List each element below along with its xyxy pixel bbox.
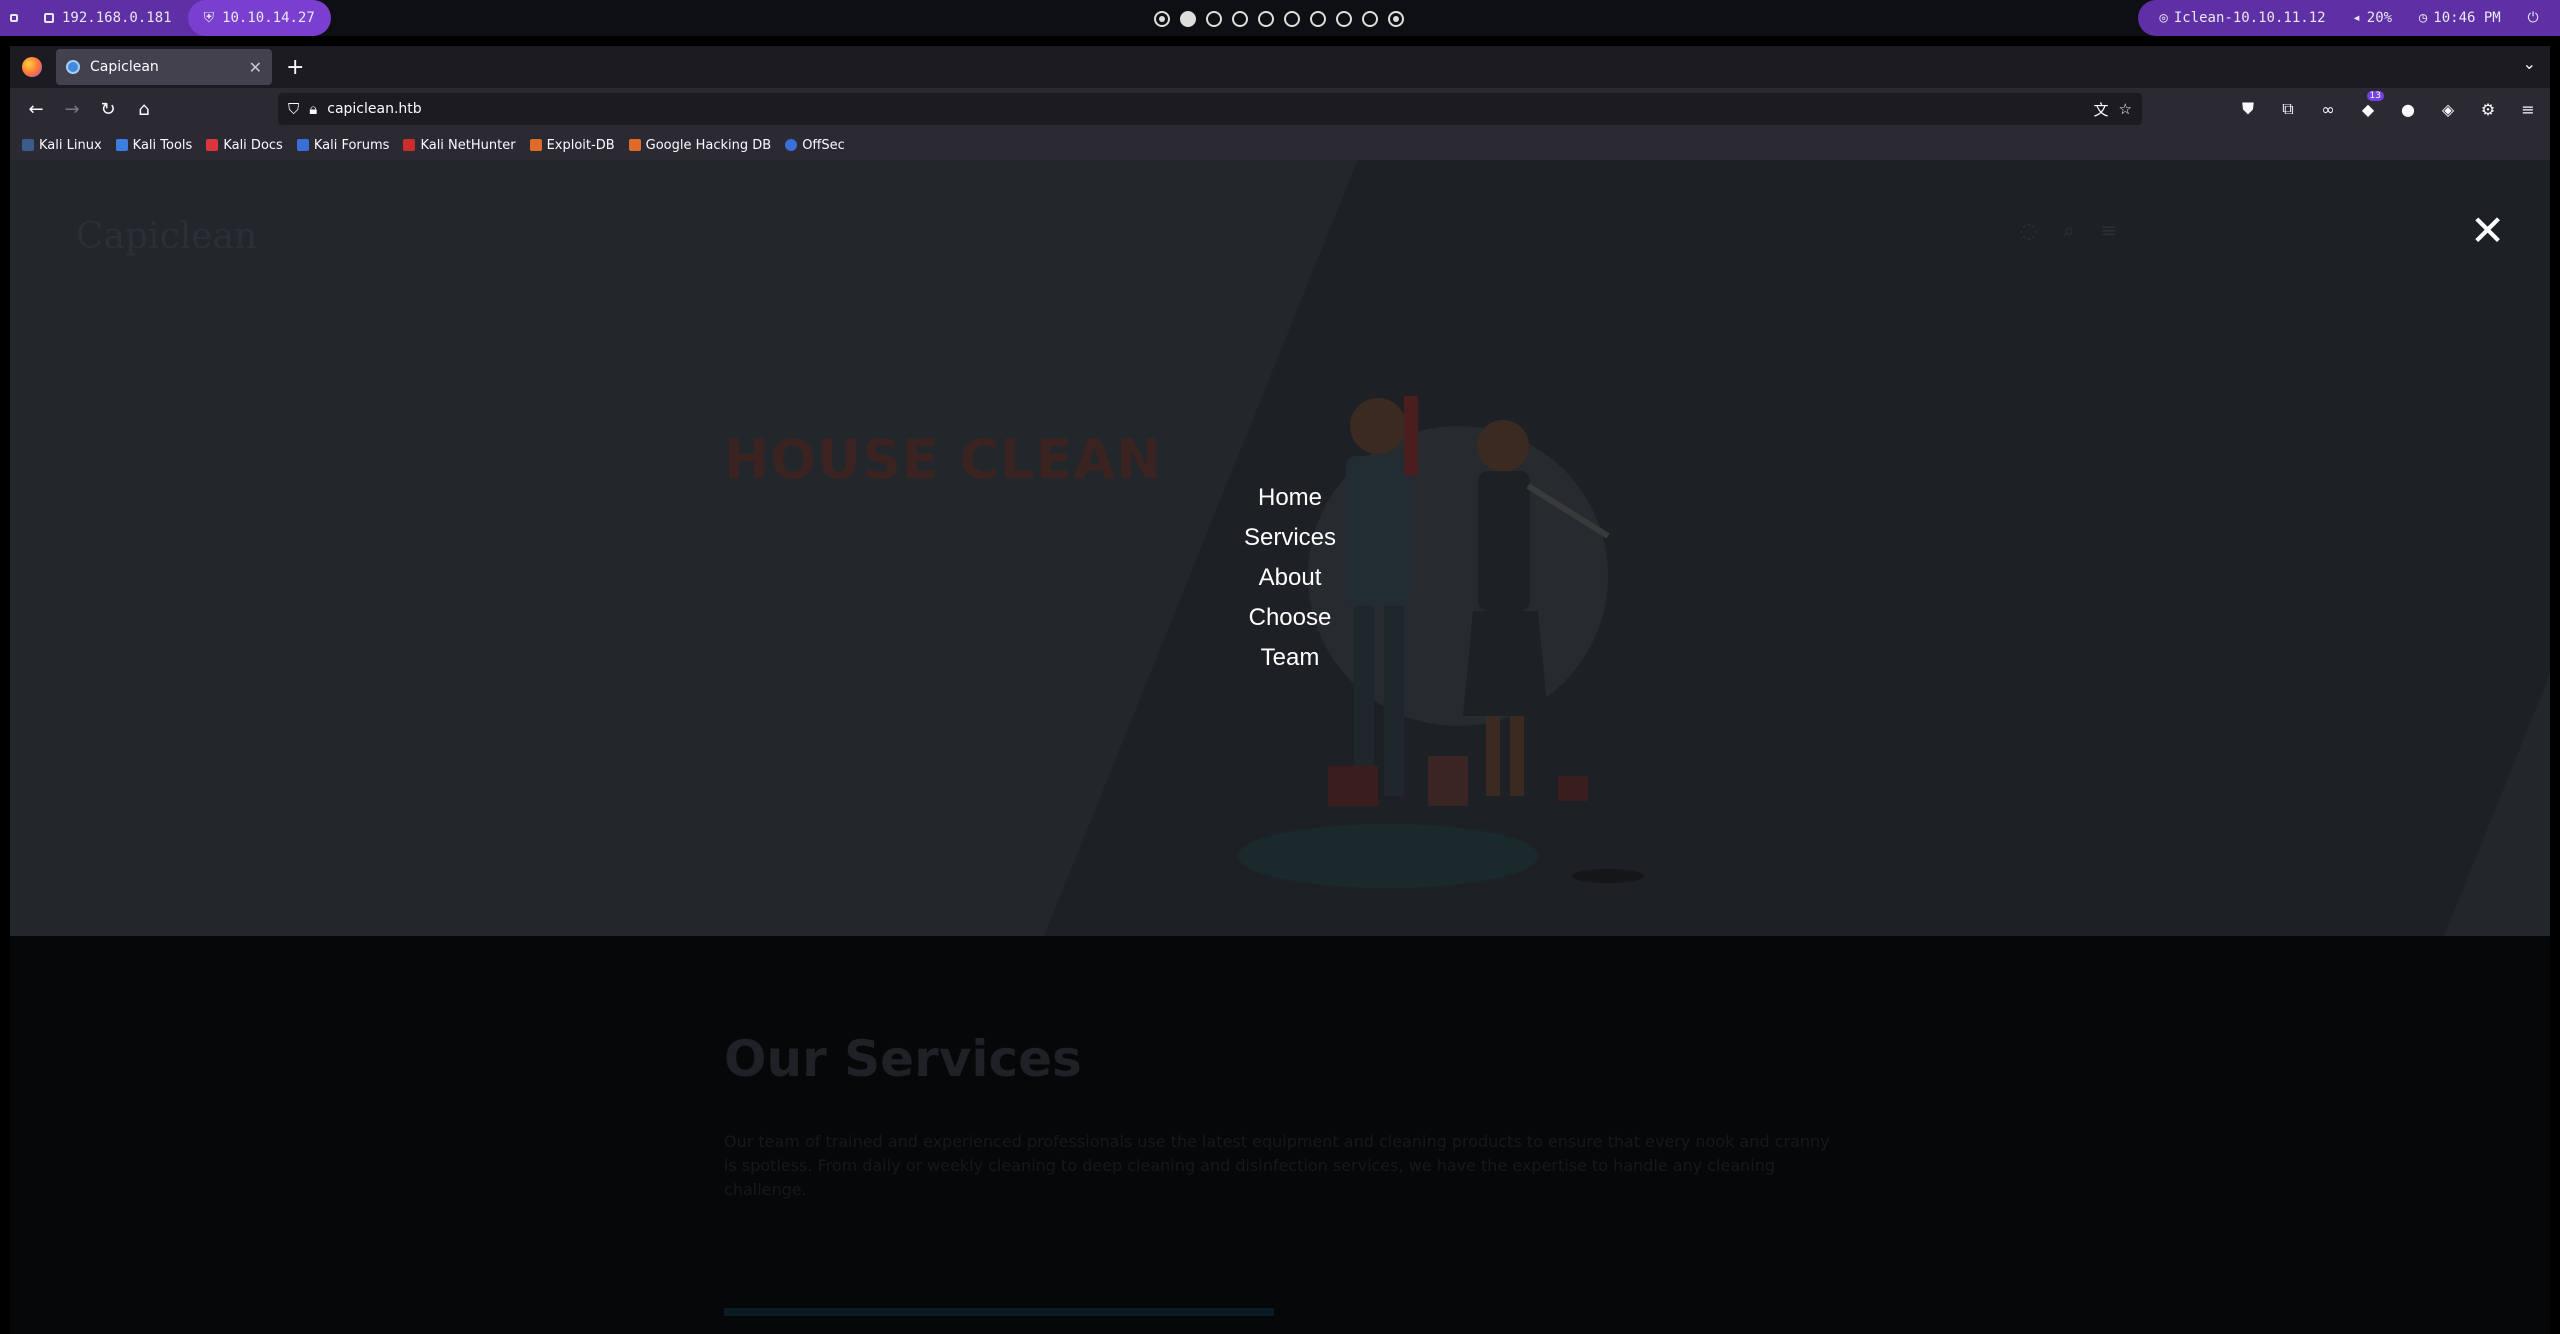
power-icon: ⏻	[2527, 10, 2539, 26]
offsec-icon	[785, 139, 798, 151]
tab-capiclean[interactable]: Capiclean ✕	[56, 49, 272, 85]
system-top-bar: 192.168.0.181 ⛨ 10.10.14.27 ◎ Iclean-10.…	[0, 0, 2560, 36]
bookmark-kali-docs[interactable]: Kali Docs	[206, 138, 283, 153]
bookmarks-toolbar: Kali Linux Kali Tools Kali Docs Kali For…	[10, 130, 2550, 160]
bookmark-exploit-db[interactable]: Exploit-DB	[529, 138, 615, 153]
workspace-2[interactable]	[1180, 11, 1196, 27]
workspace-7[interactable]	[1310, 11, 1326, 27]
pocket-icon[interactable]: ⛊	[2230, 93, 2266, 125]
bookmark-star-icon[interactable]: ☆	[2119, 100, 2132, 118]
bookmark-offsec[interactable]: OffSec	[785, 138, 845, 153]
target-label: Iclean-10.10.11.12	[2173, 10, 2326, 26]
shield-icon: ⛨	[203, 10, 215, 26]
kali-tools-icon	[115, 139, 128, 151]
services-divider	[724, 1308, 1274, 1316]
browser-nav-bar: ← → ↻ ⌂ ⛉ 🔒︎ capiclean.htb 文 ☆ ⛊ ⧉ ∞ ◆ 13…	[10, 88, 2550, 130]
exploit-db-icon	[529, 139, 542, 151]
tracking-shield-icon[interactable]: ⛉	[288, 100, 299, 118]
clock-chip: ◷ 10:46 PM	[2419, 10, 2501, 26]
kali-dragon-icon	[22, 139, 34, 151]
local-ip-chip: 192.168.0.181	[44, 10, 172, 26]
workspace-6[interactable]	[1284, 11, 1300, 27]
local-ip-label: 192.168.0.181	[62, 10, 172, 26]
target-icon: ◎	[2159, 10, 2168, 26]
status-panel: ◎ Iclean-10.10.11.12 ◂ 20% ◷ 10:46 PM ⏻	[2138, 0, 2560, 36]
firefox-logo-icon	[22, 57, 42, 77]
workspace-9[interactable]	[1362, 11, 1378, 27]
new-tab-button[interactable]: +	[286, 55, 304, 80]
volume-chip[interactable]: ◂ 20%	[2352, 10, 2392, 26]
nethunter-icon	[403, 139, 416, 151]
forward-button[interactable]: →	[54, 93, 90, 125]
extension-badge-count: 13	[2366, 91, 2384, 101]
settings-gear-icon[interactable]: ⚙	[2470, 93, 2506, 125]
bookmark-kali-tools[interactable]: Kali Tools	[115, 138, 192, 153]
menu-toggle-icon[interactable]: ≡	[2101, 218, 2118, 242]
network-panel: 192.168.0.181 ⛨ 10.10.14.27	[0, 0, 331, 36]
toolbar-icons: ⛊ ⧉ ∞ ◆ 13 ● ◈ ⚙ ≡	[2230, 91, 2546, 125]
bookmark-kali-nethunter[interactable]: Kali NetHunter	[403, 138, 516, 153]
user-icon[interactable]: ◌	[2020, 218, 2037, 242]
tab-title: Capiclean	[90, 59, 159, 75]
speaker-icon: ◂	[2352, 10, 2361, 26]
clock-label: 10:46 PM	[2433, 10, 2501, 26]
reload-button[interactable]: ↻	[90, 93, 126, 125]
volume-label: 20%	[2366, 10, 2393, 26]
workspace-8[interactable]	[1336, 11, 1352, 27]
menu-item-services[interactable]: Services	[1244, 524, 1336, 552]
menu-item-home[interactable]: Home	[1258, 484, 1322, 512]
target-chip: ◎ Iclean-10.10.11.12	[2159, 10, 2325, 26]
bookmark-kali-forums[interactable]: Kali Forums	[296, 138, 389, 153]
extension-cookie-icon[interactable]: ●	[2390, 93, 2426, 125]
back-button[interactable]: ←	[18, 93, 54, 125]
bookmark-kali-linux[interactable]: Kali Linux	[22, 138, 102, 153]
address-bar[interactable]: ⛉ 🔒︎ capiclean.htb 文 ☆	[278, 93, 2142, 125]
workspace-5[interactable]	[1258, 11, 1274, 27]
menu-item-about[interactable]: About	[1259, 564, 1322, 592]
ethernet-icon	[44, 13, 54, 23]
workspace-4[interactable]	[1232, 11, 1248, 27]
home-button[interactable]: ⌂	[126, 93, 162, 125]
services-title: Our Services	[724, 1030, 1082, 1088]
apps-grid-icon	[10, 14, 18, 22]
hero-title: HOUSE CLEAN	[724, 428, 1163, 491]
tab-list-chevron-icon[interactable]: ⌄	[2523, 54, 2536, 73]
power-chip[interactable]: ⏻	[2528, 10, 2539, 26]
services-description: Our team of trained and experienced prof…	[724, 1132, 1830, 1199]
header-icons: ◌ ⌕ ≡	[2020, 218, 2117, 242]
translate-icon[interactable]: 文	[2094, 99, 2109, 120]
browser-tab-bar: Capiclean ✕ + ⌄	[10, 46, 2550, 88]
site-favicon-icon	[66, 60, 80, 74]
workspace-1[interactable]	[1154, 11, 1170, 27]
lock-icon[interactable]: 🔒︎	[309, 100, 317, 118]
close-menu-button[interactable]: ✕	[2470, 210, 2505, 252]
menu-chip[interactable]	[10, 14, 18, 22]
extension-badge-button[interactable]: ◆ 13	[2350, 91, 2386, 125]
menu-item-choose[interactable]: Choose	[1249, 604, 1332, 632]
workspace-10[interactable]	[1388, 11, 1404, 27]
kali-forums-icon	[296, 139, 309, 151]
vpn-ip-chip: ⛨ 10.10.14.27	[187, 0, 331, 36]
extension-glasses-icon[interactable]: ∞	[2310, 93, 2346, 125]
workspace-3[interactable]	[1206, 11, 1222, 27]
extensions-icon[interactable]: ⧉	[2270, 93, 2306, 125]
tab-close-icon[interactable]: ✕	[249, 58, 262, 77]
menu-item-team[interactable]: Team	[1261, 644, 1320, 672]
site-logo[interactable]: Capiclean	[76, 216, 257, 257]
workspace-switcher	[1154, 11, 1404, 27]
hamburger-menu-icon[interactable]: ≡	[2510, 93, 2546, 125]
web-page: Capiclean ◌ ⌕ ≡ HOUSE CLEAN Our Services…	[10, 160, 2550, 1334]
clock-icon: ◷	[2418, 10, 2428, 26]
ghdb-icon	[628, 139, 641, 151]
extension-wappalyzer-icon[interactable]: ◈	[2430, 93, 2466, 125]
search-icon[interactable]: ⌕	[2063, 218, 2074, 242]
bookmark-google-hacking-db[interactable]: Google Hacking DB	[628, 138, 771, 153]
overlay-nav-menu: Home Services About Choose Team	[1190, 484, 1390, 672]
vpn-ip-label: 10.10.14.27	[222, 10, 315, 26]
url-text[interactable]: capiclean.htb	[327, 101, 2083, 117]
kali-docs-icon	[206, 139, 219, 151]
